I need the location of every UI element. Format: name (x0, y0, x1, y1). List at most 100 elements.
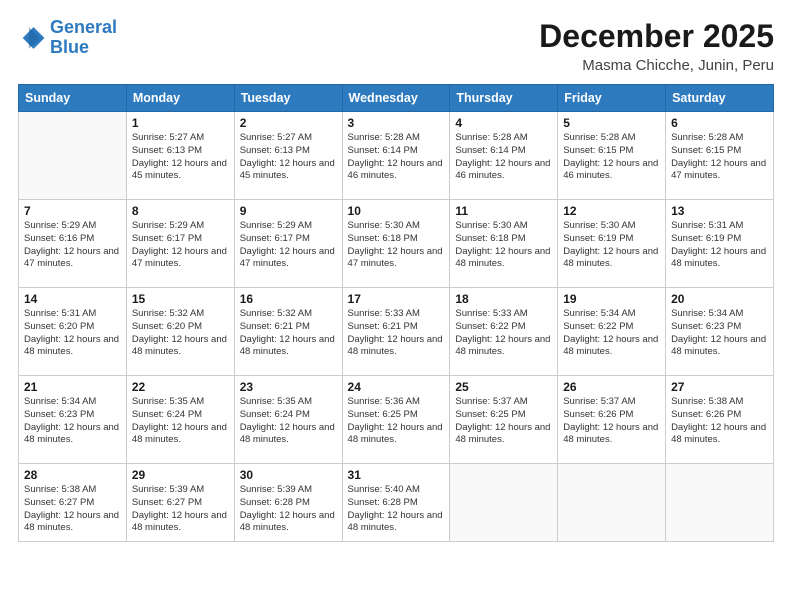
day-header-wednesday: Wednesday (342, 85, 450, 112)
calendar-cell: 24 Sunrise: 5:36 AMSunset: 6:25 PMDayligh… (342, 376, 450, 464)
logo-line1: General (50, 17, 117, 37)
cell-info: Sunrise: 5:27 AMSunset: 6:13 PMDaylight:… (240, 132, 337, 183)
calendar-cell: 9 Sunrise: 5:29 AMSunset: 6:17 PMDaylight… (234, 200, 342, 288)
cell-info: Sunrise: 5:34 AMSunset: 6:23 PMDaylight:… (24, 396, 121, 447)
calendar-cell: 28 Sunrise: 5:38 AMSunset: 6:27 PMDayligh… (19, 464, 127, 542)
day-header-thursday: Thursday (450, 85, 558, 112)
cell-info: Sunrise: 5:39 AMSunset: 6:27 PMDaylight:… (132, 484, 229, 535)
date-number: 6 (671, 116, 768, 130)
cell-info: Sunrise: 5:38 AMSunset: 6:26 PMDaylight:… (671, 396, 768, 447)
week-row-5: 28 Sunrise: 5:38 AMSunset: 6:27 PMDayligh… (19, 464, 774, 542)
cell-info: Sunrise: 5:39 AMSunset: 6:28 PMDaylight:… (240, 484, 337, 535)
calendar-cell: 23Sunrise: 5:35 AMSunset: 6:24 PMDayligh… (234, 376, 342, 464)
date-number: 31 (348, 468, 445, 482)
logo: General Blue (18, 18, 117, 58)
cell-info: Sunrise: 5:34 AMSunset: 6:22 PMDaylight:… (563, 308, 660, 359)
cell-info: Sunrise: 5:36 AMSunset: 6:25 PMDaylight:… (348, 396, 445, 447)
date-number: 14 (24, 292, 121, 306)
calendar-cell: 19 Sunrise: 5:34 AMSunset: 6:22 PMDayligh… (558, 288, 666, 376)
day-header-tuesday: Tuesday (234, 85, 342, 112)
cell-info: Sunrise: 5:30 AMSunset: 6:18 PMDaylight:… (348, 220, 445, 271)
date-number: 3 (348, 116, 445, 130)
cell-info: Sunrise: 5:37 AMSunset: 6:26 PMDaylight:… (563, 396, 660, 447)
calendar-cell: 29 Sunrise: 5:39 AMSunset: 6:27 PMDayligh… (126, 464, 234, 542)
calendar-cell: 4Sunrise: 5:28 AMSunset: 6:14 PMDaylight… (450, 112, 558, 200)
cell-info: Sunrise: 5:28 AMSunset: 6:15 PMDaylight:… (671, 132, 768, 183)
calendar-cell (558, 464, 666, 542)
day-header-monday: Monday (126, 85, 234, 112)
calendar-cell: 14 Sunrise: 5:31 AMSunset: 6:20 PMDayligh… (19, 288, 127, 376)
cell-info: Sunrise: 5:31 AMSunset: 6:20 PMDaylight:… (24, 308, 121, 359)
cell-info: Sunrise: 5:31 AMSunset: 6:19 PMDaylight:… (671, 220, 768, 271)
calendar-cell: 16Sunrise: 5:32 AMSunset: 6:21 PMDayligh… (234, 288, 342, 376)
cell-info: Sunrise: 5:30 AMSunset: 6:18 PMDaylight:… (455, 220, 552, 271)
calendar-cell: 2 Sunrise: 5:27 AMSunset: 6:13 PMDaylight… (234, 112, 342, 200)
date-number: 25 (455, 380, 552, 394)
header: General Blue December 2025 Masma Chicche… (18, 18, 774, 74)
date-number: 2 (240, 116, 337, 130)
day-header-friday: Friday (558, 85, 666, 112)
cell-info: Sunrise: 5:27 AMSunset: 6:13 PMDaylight:… (132, 132, 229, 183)
week-row-3: 14 Sunrise: 5:31 AMSunset: 6:20 PMDayligh… (19, 288, 774, 376)
date-number: 15 (132, 292, 229, 306)
cell-info: Sunrise: 5:29 AMSunset: 6:16 PMDaylight:… (24, 220, 121, 271)
calendar-cell (19, 112, 127, 200)
date-number: 30 (240, 468, 337, 482)
date-number: 7 (24, 204, 121, 218)
calendar-cell: 21 Sunrise: 5:34 AMSunset: 6:23 PMDayligh… (19, 376, 127, 464)
page: General Blue December 2025 Masma Chicche… (0, 0, 792, 612)
cell-info: Sunrise: 5:29 AMSunset: 6:17 PMDaylight:… (132, 220, 229, 271)
day-header-sunday: Sunday (19, 85, 127, 112)
calendar-cell: 6 Sunrise: 5:28 AMSunset: 6:15 PMDaylight… (666, 112, 774, 200)
week-row-4: 21 Sunrise: 5:34 AMSunset: 6:23 PMDayligh… (19, 376, 774, 464)
calendar-cell: 1 Sunrise: 5:27 AMSunset: 6:13 PMDaylight… (126, 112, 234, 200)
calendar-cell: 25 Sunrise: 5:37 AMSunset: 6:25 PMDayligh… (450, 376, 558, 464)
date-number: 10 (348, 204, 445, 218)
date-number: 1 (132, 116, 229, 130)
logo-line2: Blue (50, 37, 89, 57)
date-number: 22 (132, 380, 229, 394)
calendar-cell: 7 Sunrise: 5:29 AMSunset: 6:16 PMDaylight… (19, 200, 127, 288)
date-number: 9 (240, 204, 337, 218)
calendar-cell: 8 Sunrise: 5:29 AMSunset: 6:17 PMDaylight… (126, 200, 234, 288)
cell-info: Sunrise: 5:38 AMSunset: 6:27 PMDaylight:… (24, 484, 121, 535)
calendar-cell: 27Sunrise: 5:38 AMSunset: 6:26 PMDayligh… (666, 376, 774, 464)
cell-info: Sunrise: 5:30 AMSunset: 6:19 PMDaylight:… (563, 220, 660, 271)
calendar-cell: 18Sunrise: 5:33 AMSunset: 6:22 PMDayligh… (450, 288, 558, 376)
day-header-saturday: Saturday (666, 85, 774, 112)
cell-info: Sunrise: 5:29 AMSunset: 6:17 PMDaylight:… (240, 220, 337, 271)
cell-info: Sunrise: 5:32 AMSunset: 6:21 PMDaylight:… (240, 308, 337, 359)
calendar-cell (450, 464, 558, 542)
cell-info: Sunrise: 5:35 AMSunset: 6:24 PMDaylight:… (240, 396, 337, 447)
calendar-body: 1 Sunrise: 5:27 AMSunset: 6:13 PMDaylight… (19, 112, 774, 542)
cell-info: Sunrise: 5:28 AMSunset: 6:15 PMDaylight:… (563, 132, 660, 183)
date-number: 13 (671, 204, 768, 218)
logo-text: General Blue (50, 18, 117, 58)
calendar-cell: 26Sunrise: 5:37 AMSunset: 6:26 PMDayligh… (558, 376, 666, 464)
date-number: 5 (563, 116, 660, 130)
date-number: 17 (348, 292, 445, 306)
calendar-cell: 5 Sunrise: 5:28 AMSunset: 6:15 PMDaylight… (558, 112, 666, 200)
cell-info: Sunrise: 5:37 AMSunset: 6:25 PMDaylight:… (455, 396, 552, 447)
cell-info: Sunrise: 5:33 AMSunset: 6:22 PMDaylight:… (455, 308, 552, 359)
date-number: 28 (24, 468, 121, 482)
calendar-cell: 3 Sunrise: 5:28 AMSunset: 6:14 PMDaylight… (342, 112, 450, 200)
date-number: 24 (348, 380, 445, 394)
date-number: 19 (563, 292, 660, 306)
calendar-cell: 10 Sunrise: 5:30 AMSunset: 6:18 PMDayligh… (342, 200, 450, 288)
date-number: 12 (563, 204, 660, 218)
cell-info: Sunrise: 5:28 AMSunset: 6:14 PMDaylight:… (348, 132, 445, 183)
date-number: 8 (132, 204, 229, 218)
calendar-cell: 30 Sunrise: 5:39 AMSunset: 6:28 PMDayligh… (234, 464, 342, 542)
date-number: 21 (24, 380, 121, 394)
calendar-cell: 31Sunrise: 5:40 AMSunset: 6:28 PMDayligh… (342, 464, 450, 542)
calendar-cell: 20Sunrise: 5:34 AMSunset: 6:23 PMDayligh… (666, 288, 774, 376)
date-number: 4 (455, 116, 552, 130)
title-area: December 2025 Masma Chicche, Junin, Peru (539, 18, 774, 74)
week-row-1: 1 Sunrise: 5:27 AMSunset: 6:13 PMDaylight… (19, 112, 774, 200)
date-number: 11 (455, 204, 552, 218)
location-subtitle: Masma Chicche, Junin, Peru (539, 57, 774, 74)
date-number: 29 (132, 468, 229, 482)
day-headers-row: SundayMondayTuesdayWednesdayThursdayFrid… (19, 85, 774, 112)
cell-info: Sunrise: 5:35 AMSunset: 6:24 PMDaylight:… (132, 396, 229, 447)
